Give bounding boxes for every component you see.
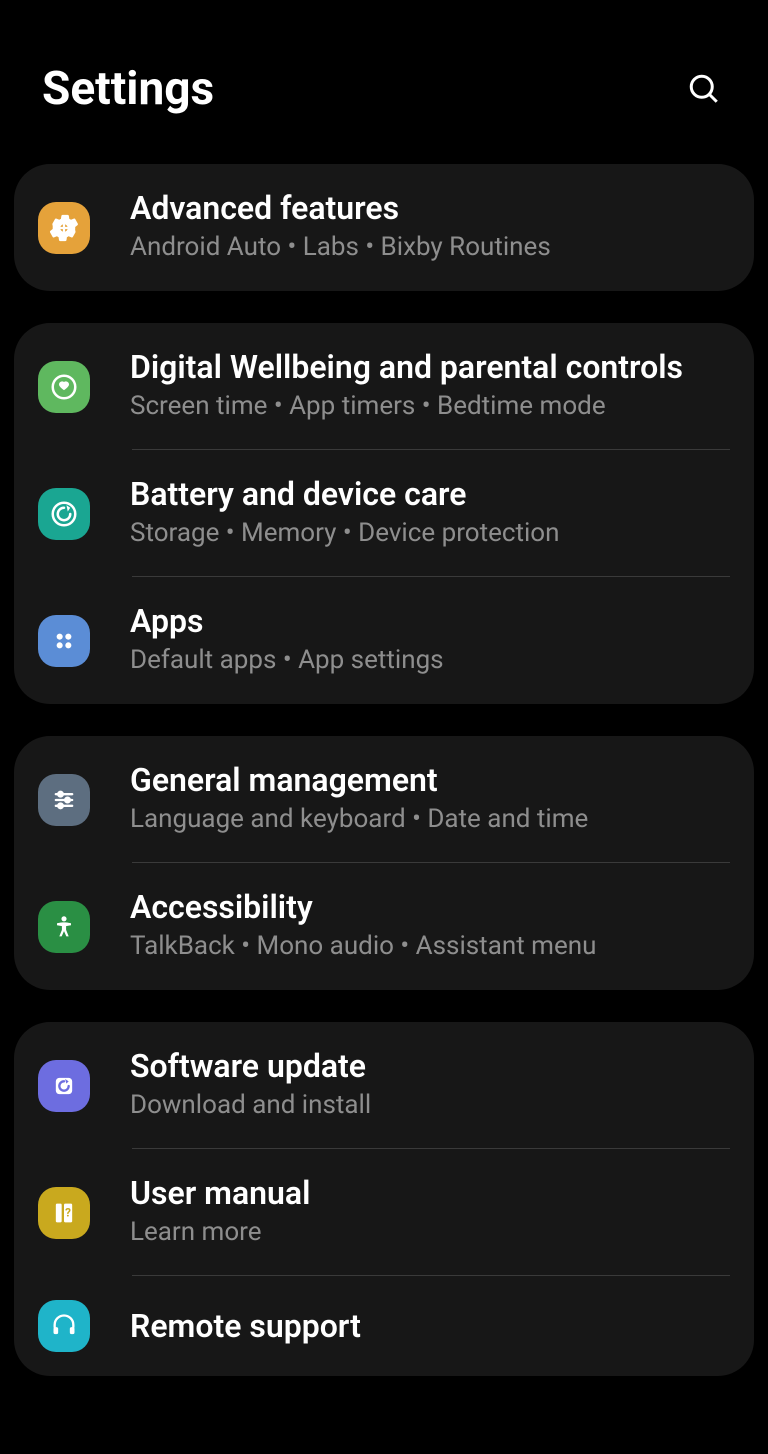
header: Settings bbox=[0, 0, 768, 164]
item-label: Remote support bbox=[130, 1306, 726, 1346]
wellbeing-icon bbox=[38, 361, 90, 413]
item-accessibility[interactable]: Accessibility TalkBack • Mono audio • As… bbox=[14, 863, 754, 990]
update-icon bbox=[38, 1060, 90, 1112]
settings-group: General management Language and keyboard… bbox=[14, 736, 754, 990]
item-battery-device-care[interactable]: Battery and device care Storage • Memory… bbox=[14, 450, 754, 577]
item-software-update[interactable]: Software update Download and install bbox=[14, 1022, 754, 1149]
item-subtitle: Language and keyboard • Date and time bbox=[130, 800, 726, 839]
search-button[interactable] bbox=[682, 67, 726, 111]
settings-group: Advanced features Android Auto • Labs • … bbox=[14, 164, 754, 291]
advanced-features-icon bbox=[38, 202, 90, 254]
item-remote-support[interactable]: Remote support bbox=[14, 1276, 754, 1376]
item-subtitle: Default apps • App settings bbox=[130, 641, 726, 680]
item-advanced-features[interactable]: Advanced features Android Auto • Labs • … bbox=[14, 164, 754, 291]
item-subtitle: Download and install bbox=[130, 1086, 726, 1125]
battery-care-icon bbox=[38, 488, 90, 540]
item-subtitle: Storage • Memory • Device protection bbox=[130, 514, 726, 553]
item-label: Advanced features bbox=[130, 188, 726, 228]
search-icon bbox=[686, 71, 722, 107]
item-label: Battery and device care bbox=[130, 474, 726, 514]
item-label: Digital Wellbeing and parental controls bbox=[130, 347, 726, 387]
item-subtitle: Screen time • App timers • Bedtime mode bbox=[130, 387, 726, 426]
sliders-icon bbox=[38, 774, 90, 826]
accessibility-icon bbox=[38, 901, 90, 953]
item-subtitle: TalkBack • Mono audio • Assistant menu bbox=[130, 927, 726, 966]
item-user-manual[interactable]: ? User manual Learn more bbox=[14, 1149, 754, 1276]
item-label: User manual bbox=[130, 1173, 726, 1213]
manual-icon: ? bbox=[38, 1187, 90, 1239]
item-digital-wellbeing[interactable]: Digital Wellbeing and parental controls … bbox=[14, 323, 754, 450]
svg-text:?: ? bbox=[65, 1205, 71, 1219]
settings-group: Software update Download and install ? U… bbox=[14, 1022, 754, 1376]
item-label: Accessibility bbox=[130, 887, 726, 927]
settings-list: Advanced features Android Auto • Labs • … bbox=[0, 164, 768, 1376]
settings-group: Digital Wellbeing and parental controls … bbox=[14, 323, 754, 704]
item-label: General management bbox=[130, 760, 726, 800]
item-label: Software update bbox=[130, 1046, 726, 1086]
item-subtitle: Android Auto • Labs • Bixby Routines bbox=[130, 228, 726, 267]
item-apps[interactable]: Apps Default apps • App settings bbox=[14, 577, 754, 704]
apps-icon bbox=[38, 615, 90, 667]
item-subtitle: Learn more bbox=[130, 1213, 726, 1252]
item-label: Apps bbox=[130, 601, 726, 641]
item-general-management[interactable]: General management Language and keyboard… bbox=[14, 736, 754, 863]
headset-icon bbox=[38, 1300, 90, 1352]
page-title: Settings bbox=[42, 62, 214, 116]
